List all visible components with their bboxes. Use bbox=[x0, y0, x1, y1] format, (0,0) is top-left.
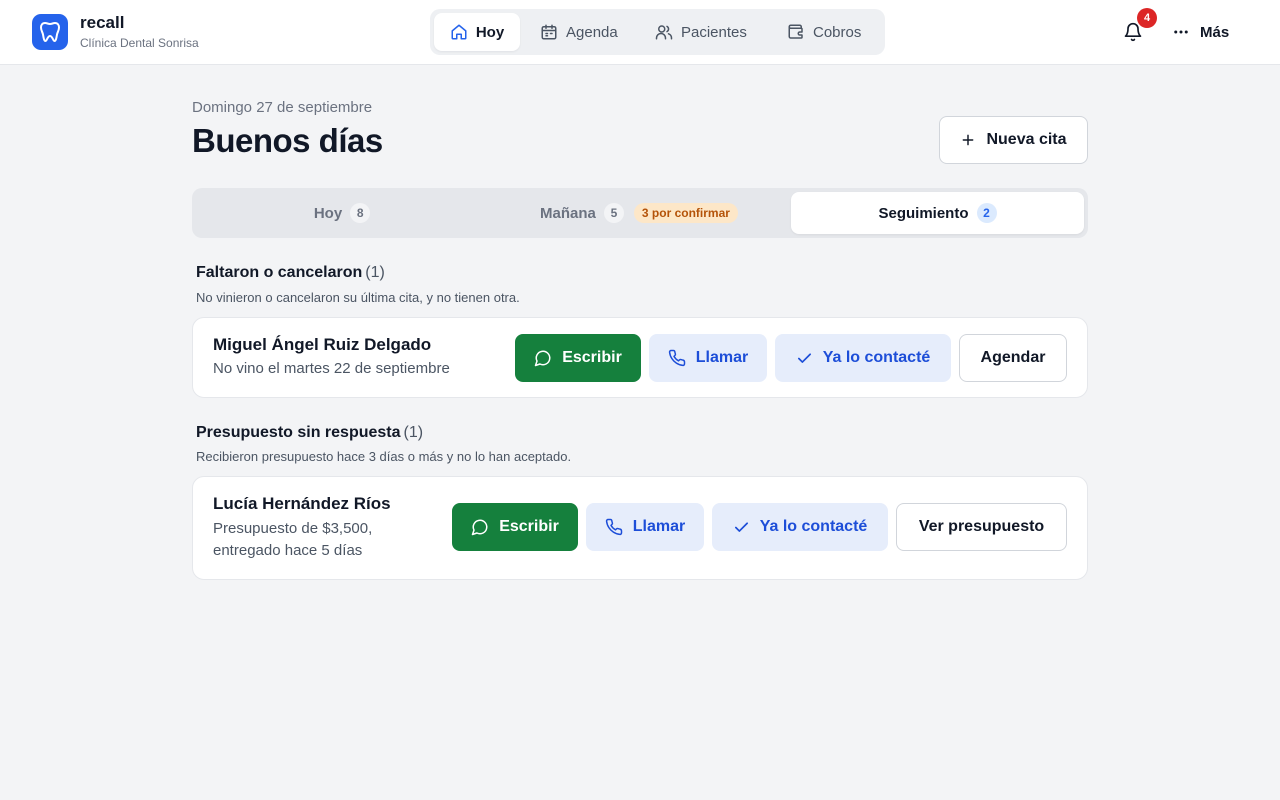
view-quote-button[interactable]: Ver presupuesto bbox=[896, 503, 1067, 551]
tab-label: Hoy bbox=[313, 204, 343, 222]
patient-note: No vino el martes 22 de septiembre bbox=[213, 360, 450, 377]
clinic-name: Clínica Dental Sonrisa bbox=[80, 36, 199, 50]
contacted-button[interactable]: Ya lo contacté bbox=[775, 334, 951, 382]
current-date: Domingo 27 de septiembre bbox=[192, 99, 373, 116]
top-bar: recall Clínica Dental Sonrisa Hoy Agenda… bbox=[0, 0, 1280, 65]
section-title: Faltaron o cancelaron (1) bbox=[196, 264, 385, 282]
tab-label: Seguimiento bbox=[878, 204, 969, 222]
patient-name: Miguel Ángel Ruiz Delgado bbox=[213, 335, 432, 354]
schedule-label: Agendar bbox=[980, 349, 1046, 366]
section-title-text: Faltaron o cancelaron bbox=[196, 264, 363, 281]
day-tabs: Hoy 8 Mañana 5 3 por confirmar Seguimien… bbox=[192, 188, 1088, 238]
main-nav: Hoy Agenda Pacientes Cobros bbox=[430, 9, 885, 55]
section-description: Recibieron presupuesto hace 3 días o más… bbox=[196, 449, 572, 464]
call-label: Llamar bbox=[695, 349, 749, 366]
call-button[interactable]: Llamar bbox=[586, 503, 704, 551]
schedule-button[interactable]: Agendar bbox=[959, 334, 1067, 382]
nav-item-label: Hoy bbox=[475, 23, 505, 41]
message-circle-icon bbox=[534, 350, 551, 367]
nav-item-agenda[interactable]: Agenda bbox=[540, 13, 618, 51]
app-name: recall bbox=[80, 13, 125, 32]
plus-icon bbox=[963, 134, 974, 146]
nav-item-label: Agenda bbox=[566, 23, 618, 41]
patient-note-line: entregado hace 5 días bbox=[213, 542, 363, 559]
section-title-text: Presupuesto sin respuesta bbox=[196, 424, 401, 441]
more-menu-button[interactable]: Más bbox=[1172, 20, 1229, 44]
section-description: No vinieron o cancelaron su última cita,… bbox=[196, 290, 520, 305]
contacted-button[interactable]: Ya lo contacté bbox=[712, 503, 888, 551]
new-appointment-button[interactable]: Nueva cita bbox=[939, 116, 1088, 164]
tab-hoy[interactable]: Hoy 8 bbox=[196, 192, 488, 234]
phone-icon bbox=[605, 518, 623, 536]
users-icon bbox=[655, 25, 673, 40]
tab-manana[interactable]: Mañana 5 3 por confirmar bbox=[492, 192, 786, 234]
nav-item-label: Cobros bbox=[813, 23, 862, 41]
write-label: Escribir bbox=[499, 518, 559, 535]
more-horizontal-icon bbox=[1174, 30, 1188, 34]
notifications-badge: 4 bbox=[1137, 8, 1157, 28]
view-quote-label: Ver presupuesto bbox=[918, 518, 1045, 535]
check-icon bbox=[734, 521, 748, 532]
call-label: Llamar bbox=[632, 518, 686, 535]
tab-count: 8 bbox=[350, 203, 371, 223]
phone-icon bbox=[668, 349, 686, 367]
patient-name: Lucía Hernández Ríos bbox=[213, 494, 391, 513]
check-icon bbox=[797, 352, 811, 363]
tab-count: 2 bbox=[976, 203, 997, 223]
call-button[interactable]: Llamar bbox=[649, 334, 767, 382]
patient-card: Miguel Ángel Ruiz Delgado No vino el mar… bbox=[192, 317, 1088, 398]
nav-item-hoy[interactable]: Hoy bbox=[434, 13, 520, 51]
tab-label: Mañana bbox=[540, 204, 596, 222]
tab-seguimiento[interactable]: Seguimiento 2 bbox=[791, 192, 1084, 234]
contacted-label: Ya lo contacté bbox=[759, 518, 868, 535]
patient-card: Lucía Hernández Ríos Presupuesto de $3,5… bbox=[192, 476, 1088, 580]
more-label: Más bbox=[1200, 23, 1230, 41]
page-title: Buenos días bbox=[192, 122, 383, 159]
patient-note-line: Presupuesto de $3,500, bbox=[213, 520, 373, 537]
contacted-label: Ya lo contacté bbox=[822, 349, 931, 366]
write-button[interactable]: Escribir bbox=[515, 334, 641, 382]
section-title: Presupuesto sin respuesta (1) bbox=[196, 424, 423, 442]
home-icon bbox=[451, 24, 467, 40]
write-label: Escribir bbox=[562, 349, 622, 366]
nav-item-pacientes[interactable]: Pacientes bbox=[655, 13, 747, 51]
section-count: (1) bbox=[365, 264, 385, 281]
wallet-icon bbox=[788, 24, 803, 39]
new-appointment-label: Nueva cita bbox=[986, 131, 1067, 148]
message-circle-icon bbox=[471, 519, 488, 536]
section-count: (1) bbox=[403, 424, 424, 441]
nav-item-cobros[interactable]: Cobros bbox=[787, 13, 861, 51]
nav-item-label: Pacientes bbox=[681, 23, 747, 41]
tooth-logo-icon[interactable] bbox=[32, 14, 68, 50]
calendar-icon bbox=[541, 24, 557, 40]
tab-count: 5 bbox=[603, 203, 624, 223]
write-button[interactable]: Escribir bbox=[452, 503, 578, 551]
pending-confirmation-badge: 3 por confirmar bbox=[633, 203, 738, 223]
